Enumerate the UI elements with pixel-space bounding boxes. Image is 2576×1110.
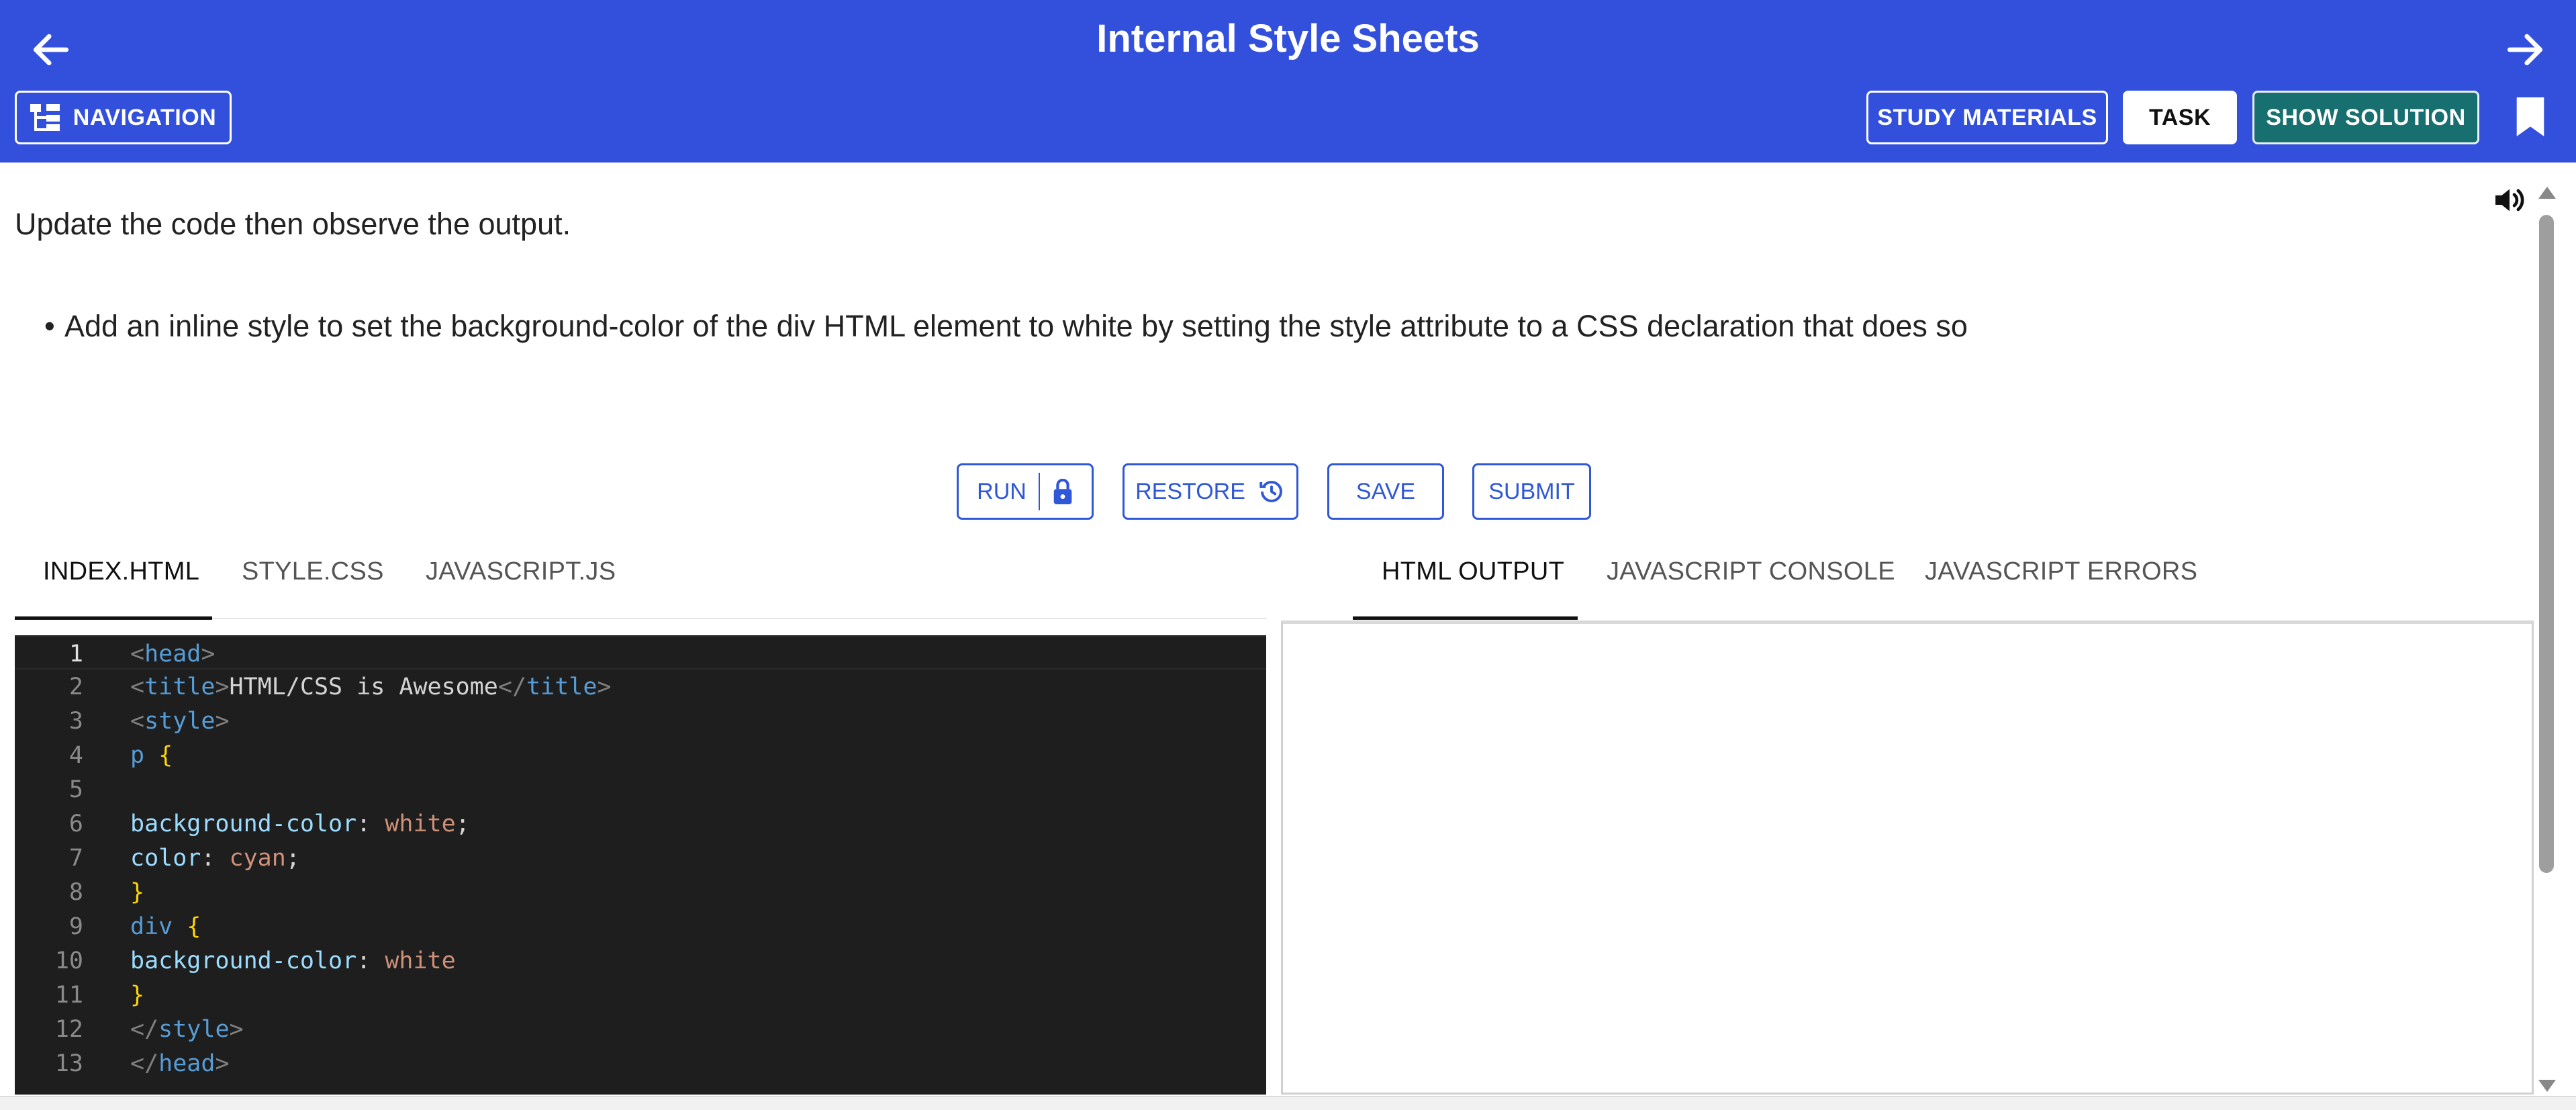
bookmark-icon[interactable] (2516, 97, 2544, 136)
code-editor[interactable]: 1 <head> 2 <title>HTML/CSS is Awesome</t… (15, 635, 1266, 1095)
tab-style-css[interactable]: STYLE.CSS (242, 557, 384, 586)
code-text: div { (130, 913, 201, 940)
tab-index-html[interactable]: INDEX.HTML (43, 557, 199, 586)
run-label: RUN (977, 478, 1027, 504)
code-text: background-color: white; (130, 811, 470, 837)
line-number: 6 (68, 811, 83, 837)
scroll-thumb[interactable] (2539, 215, 2554, 873)
run-button[interactable]: RUN (957, 463, 1094, 520)
page-title: Internal Style Sheets (1096, 17, 1480, 60)
code-line[interactable]: 9 div { (15, 909, 1266, 943)
code-line[interactable]: 1 <head> (15, 635, 1266, 669)
code-text: background-color: white (130, 947, 456, 974)
code-line[interactable]: 10 background-color: white (15, 943, 1266, 978)
line-number: 13 (54, 1050, 83, 1077)
line-number: 10 (54, 947, 83, 974)
code-line[interactable]: 8 } (15, 875, 1266, 909)
code-line[interactable]: 2 <title>HTML/CSS is Awesome</title> (15, 669, 1266, 704)
line-number: 11 (54, 982, 83, 1009)
code-text: </style> (130, 1016, 244, 1043)
page-scrollbar[interactable] (2536, 183, 2557, 1096)
scroll-up-arrow[interactable] (2538, 187, 2556, 199)
code-text: } (130, 982, 145, 1009)
code-line[interactable]: 11 } (15, 978, 1266, 1012)
restore-label: RESTORE (1135, 478, 1245, 504)
navigation-button[interactable]: NAVIGATION (15, 91, 232, 144)
task-bullet-text: Add an inline style to set the backgroun… (64, 309, 1968, 343)
show-solution-button[interactable]: SHOW SOLUTION (2252, 91, 2479, 144)
speaker-icon[interactable] (2491, 181, 2528, 219)
code-text: <title>HTML/CSS is Awesome</title> (130, 674, 612, 700)
save-button[interactable]: SAVE (1327, 463, 1444, 520)
task-intro: Update the code then observe the output. (15, 207, 571, 241)
line-number: 4 (68, 742, 83, 769)
code-text: color: cyan; (130, 845, 300, 872)
active-output-tab-indicator (1353, 616, 1578, 620)
restore-button[interactable]: RESTORE (1123, 463, 1298, 520)
history-icon (1259, 481, 1282, 502)
navigation-label: NAVIGATION (73, 104, 217, 130)
code-line[interactable]: 5 (15, 772, 1266, 806)
task-button[interactable]: TASK (2123, 91, 2237, 144)
line-number: 9 (68, 913, 83, 940)
tab-javascript-js[interactable]: JAVASCRIPT.JS (426, 557, 616, 586)
sitemap-icon (30, 104, 60, 131)
code-line[interactable]: 7 color: cyan; (15, 841, 1266, 875)
tab-javascript-errors[interactable]: JAVASCRIPT ERRORS (1925, 557, 2197, 586)
code-line[interactable]: 13 </head> (15, 1046, 1266, 1080)
code-text: </head> (130, 1050, 230, 1077)
code-text: <style> (130, 708, 230, 735)
tab-javascript-console[interactable]: JAVASCRIPT CONSOLE (1607, 557, 1895, 586)
line-number: 5 (68, 776, 83, 803)
line-number: 8 (68, 879, 83, 906)
bottom-bar (0, 1096, 2576, 1110)
html-output-pane[interactable] (1281, 620, 2534, 1095)
button-divider (1038, 473, 1040, 510)
code-line[interactable]: 4 p { (15, 738, 1266, 772)
line-number: 12 (54, 1016, 83, 1043)
code-line[interactable]: 3 <style> (15, 704, 1266, 738)
submit-button[interactable]: SUBMIT (1472, 463, 1591, 520)
top-header: Internal Style Sheets NAVIGATION STUDY M… (0, 0, 2576, 163)
lock-icon (1053, 479, 1072, 504)
active-tab-indicator (15, 616, 212, 620)
code-text: } (130, 879, 145, 906)
line-number: 7 (68, 845, 83, 872)
task-bullet: • Add an inline style to set the backgro… (44, 309, 1968, 344)
code-text: <head> (130, 641, 216, 667)
tab-html-output[interactable]: HTML OUTPUT (1382, 557, 1564, 586)
bullet-dot: • (44, 309, 55, 343)
code-line[interactable]: 12 </style> (15, 1012, 1266, 1046)
line-number: 3 (68, 708, 83, 735)
study-materials-button[interactable]: STUDY MATERIALS (1866, 91, 2108, 144)
arrow-right-icon[interactable] (2502, 27, 2548, 73)
line-number: 1 (68, 641, 83, 667)
code-line[interactable]: 6 background-color: white; (15, 806, 1266, 841)
scroll-down-arrow[interactable] (2538, 1080, 2556, 1092)
code-text: p { (130, 742, 173, 769)
line-number: 2 (68, 674, 83, 700)
